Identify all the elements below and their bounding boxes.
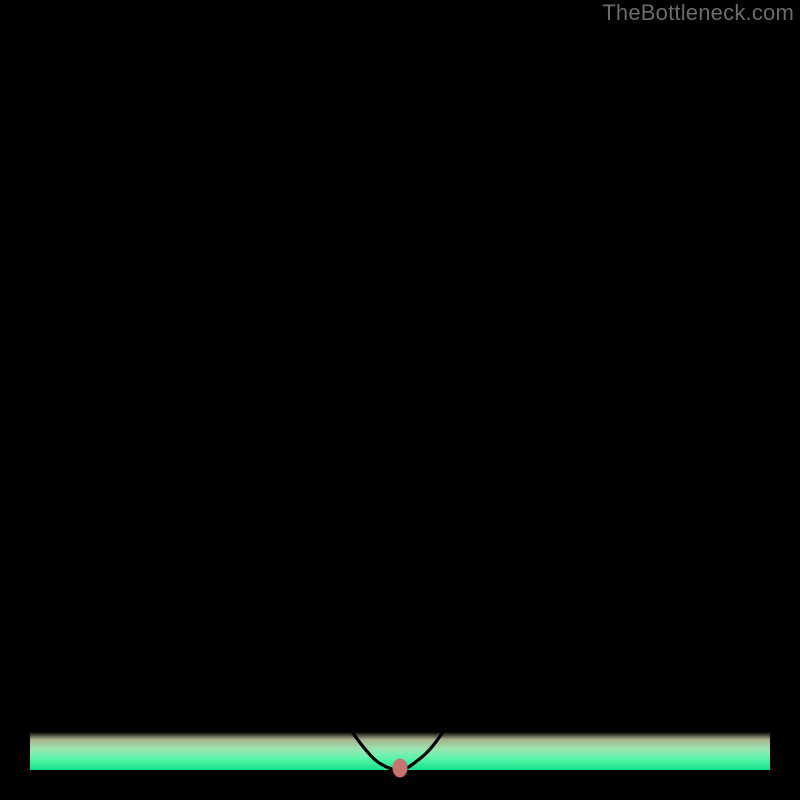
optimal-marker xyxy=(393,759,407,777)
watermark-text: TheBottleneck.com xyxy=(602,0,794,26)
chart-frame: TheBottleneck.com xyxy=(0,0,800,800)
bottleneck-curve xyxy=(30,30,770,770)
curve-path xyxy=(30,30,770,770)
